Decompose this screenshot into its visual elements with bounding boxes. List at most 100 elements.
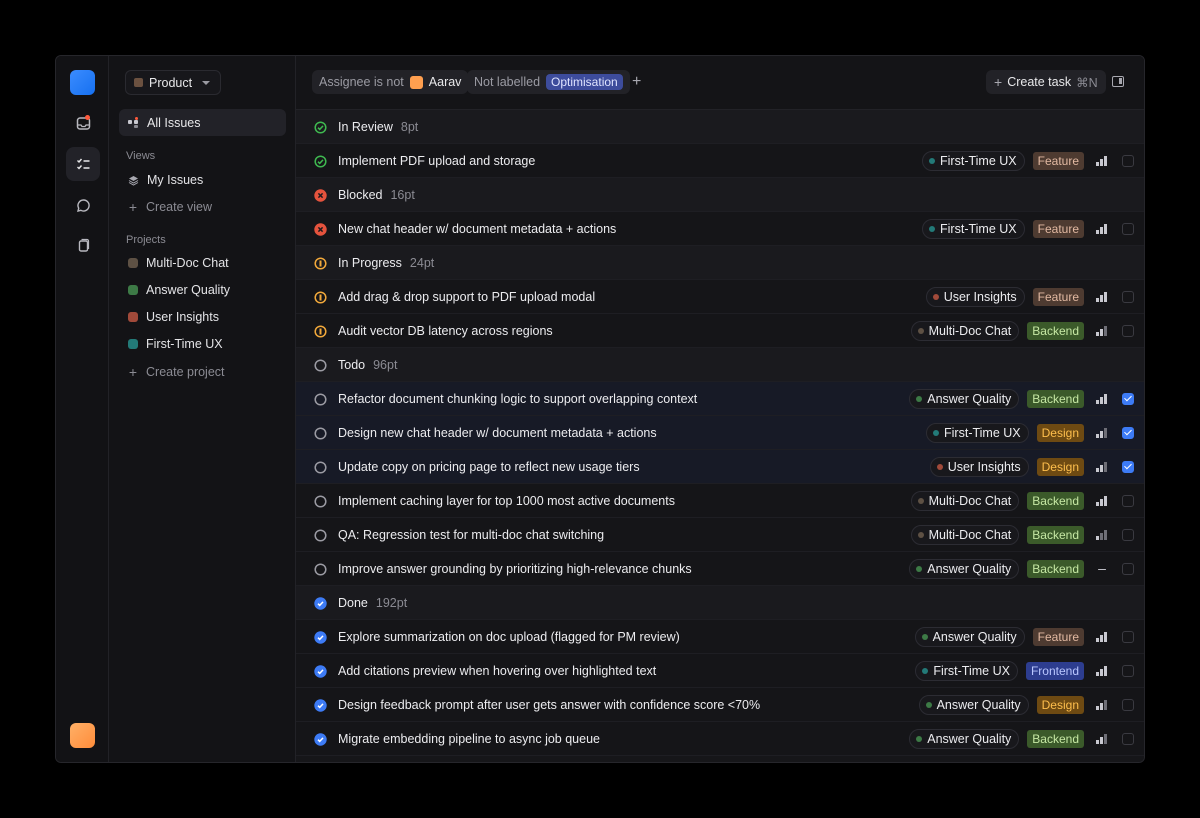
select-checkbox[interactable]: [1122, 562, 1134, 575]
table-row[interactable]: Design new chat header w/ document metad…: [296, 416, 1144, 450]
workspace-logo[interactable]: [70, 70, 95, 95]
table-row[interactable]: Audit vector DB latency across regions Mu…: [296, 314, 1144, 348]
done-status-icon[interactable]: [314, 631, 327, 644]
select-checkbox[interactable]: [1122, 460, 1134, 473]
project-pill[interactable]: Multi-Doc Chat: [910, 524, 1020, 545]
priority-icon[interactable]: [1096, 155, 1108, 166]
project-pill[interactable]: User Insights: [925, 286, 1025, 307]
todo-status-icon[interactable]: [314, 495, 327, 508]
label-badge[interactable]: Backend: [1027, 389, 1084, 408]
priority-icon[interactable]: [1096, 733, 1108, 744]
project-pill[interactable]: Answer Quality: [909, 728, 1020, 749]
status-group-header[interactable]: Done 192pt: [296, 586, 1144, 620]
toggle-panel-icon[interactable]: [1112, 76, 1124, 87]
project-pill[interactable]: User Insights: [929, 456, 1029, 477]
project-pill[interactable]: First-Time UX: [922, 218, 1025, 239]
table-row[interactable]: Implement PDF upload and storage First-Ti…: [296, 144, 1144, 178]
todo-status-icon[interactable]: [314, 393, 327, 406]
table-row[interactable]: Update copy on pricing page to reflect n…: [296, 450, 1144, 484]
sidebar-item-all-issues[interactable]: All Issues: [119, 109, 286, 136]
sidebar-item-answer-quality[interactable]: Answer Quality: [128, 280, 230, 300]
priority-icon[interactable]: [1096, 223, 1108, 234]
select-checkbox[interactable]: [1122, 426, 1134, 439]
done-status-icon[interactable]: [314, 699, 327, 712]
chat-icon[interactable]: [66, 188, 100, 222]
tasks-icon[interactable]: [66, 147, 100, 181]
project-pill[interactable]: Answer Quality: [909, 388, 1020, 409]
priority-icon[interactable]: [1096, 495, 1108, 506]
in-review-status-icon[interactable]: [314, 155, 327, 168]
status-group-header[interactable]: Todo 96pt: [296, 348, 1144, 382]
select-checkbox[interactable]: [1122, 528, 1134, 541]
in-progress-status-icon[interactable]: [314, 325, 327, 338]
todo-status-icon[interactable]: [314, 427, 327, 440]
label-badge[interactable]: Backend: [1027, 491, 1084, 510]
status-group-header[interactable]: Blocked 16pt: [296, 178, 1144, 212]
label-badge[interactable]: Backend: [1027, 321, 1084, 340]
sidebar-item-multi-doc-chat[interactable]: Multi-Doc Chat: [128, 253, 229, 273]
table-row[interactable]: Add citations preview when hovering over…: [296, 654, 1144, 688]
label-badge[interactable]: Feature: [1032, 627, 1084, 646]
table-row[interactable]: Improve answer grounding by prioritizing…: [296, 552, 1144, 586]
table-row[interactable]: New chat header w/ document metadata + a…: [296, 212, 1144, 246]
table-row[interactable]: Design feedback prompt after user gets a…: [296, 688, 1144, 722]
label-badge[interactable]: Backend: [1027, 729, 1084, 748]
project-pill[interactable]: First-Time UX: [922, 150, 1025, 171]
table-row[interactable]: Add drag & drop support to PDF upload mo…: [296, 280, 1144, 314]
priority-icon[interactable]: [1096, 393, 1108, 404]
create-project-button[interactable]: + Create project: [128, 362, 225, 382]
label-badge[interactable]: Feature: [1032, 287, 1084, 306]
sidebar-item-first-time-ux[interactable]: First-Time UX: [128, 334, 223, 354]
priority-icon[interactable]: [1096, 665, 1108, 676]
in-progress-status-icon[interactable]: [314, 291, 327, 304]
project-pill[interactable]: Answer Quality: [909, 558, 1020, 579]
priority-icon[interactable]: [1096, 529, 1108, 540]
select-checkbox[interactable]: [1122, 732, 1134, 745]
priority-icon[interactable]: [1096, 631, 1108, 642]
label-badge[interactable]: Feature: [1032, 219, 1084, 238]
select-checkbox[interactable]: [1122, 698, 1134, 711]
project-pill[interactable]: First-Time UX: [926, 422, 1029, 443]
table-row[interactable]: Implement caching layer for top 1000 mos…: [296, 484, 1144, 518]
project-pill[interactable]: Multi-Doc Chat: [910, 320, 1020, 341]
project-pill[interactable]: Answer Quality: [918, 694, 1029, 715]
select-checkbox[interactable]: [1122, 154, 1134, 167]
user-avatar[interactable]: [70, 723, 95, 748]
label-badge[interactable]: Design: [1036, 423, 1084, 442]
status-group-header[interactable]: In Progress 24pt: [296, 246, 1144, 280]
priority-icon[interactable]: [1096, 461, 1108, 472]
table-row[interactable]: QA: Regression test for multi-doc chat s…: [296, 518, 1144, 552]
table-row[interactable]: Refactor document chunking logic to supp…: [296, 382, 1144, 416]
label-badge[interactable]: Design: [1036, 457, 1084, 476]
assignee-filter-chip[interactable]: Assignee is not Aarav: [312, 70, 469, 94]
table-row[interactable]: Explore summarization on doc upload (fla…: [296, 620, 1144, 654]
label-badge[interactable]: Feature: [1032, 151, 1084, 170]
todo-status-icon[interactable]: [314, 461, 327, 474]
inbox-icon[interactable]: [66, 106, 100, 140]
priority-icon[interactable]: [1096, 325, 1108, 336]
create-view-button[interactable]: + Create view: [128, 197, 212, 217]
select-checkbox[interactable]: [1122, 222, 1134, 235]
priority-icon[interactable]: [1096, 699, 1108, 710]
select-checkbox[interactable]: [1122, 664, 1134, 677]
blocked-status-icon[interactable]: [314, 223, 327, 236]
done-status-icon[interactable]: [314, 665, 327, 678]
label-badge[interactable]: Backend: [1027, 559, 1084, 578]
label-badge[interactable]: Design: [1036, 695, 1084, 714]
todo-status-icon[interactable]: [314, 563, 327, 576]
table-row[interactable]: Migrate embedding pipeline to async job …: [296, 722, 1144, 756]
sidebar-item-user-insights[interactable]: User Insights: [128, 307, 219, 327]
project-pill[interactable]: Answer Quality: [914, 626, 1025, 647]
priority-icon[interactable]: [1096, 427, 1108, 438]
select-checkbox[interactable]: [1122, 630, 1134, 643]
documents-icon[interactable]: [66, 228, 100, 262]
done-status-icon[interactable]: [314, 733, 327, 746]
select-checkbox[interactable]: [1122, 290, 1134, 303]
select-checkbox[interactable]: [1122, 324, 1134, 337]
create-task-button[interactable]: + Create task ⌘N: [986, 70, 1106, 94]
add-filter-icon[interactable]: +: [632, 74, 641, 90]
select-checkbox[interactable]: [1122, 494, 1134, 507]
status-group-header[interactable]: In Review 8pt: [296, 110, 1144, 144]
no-priority-icon[interactable]: –: [1096, 561, 1108, 575]
select-checkbox[interactable]: [1122, 392, 1134, 405]
